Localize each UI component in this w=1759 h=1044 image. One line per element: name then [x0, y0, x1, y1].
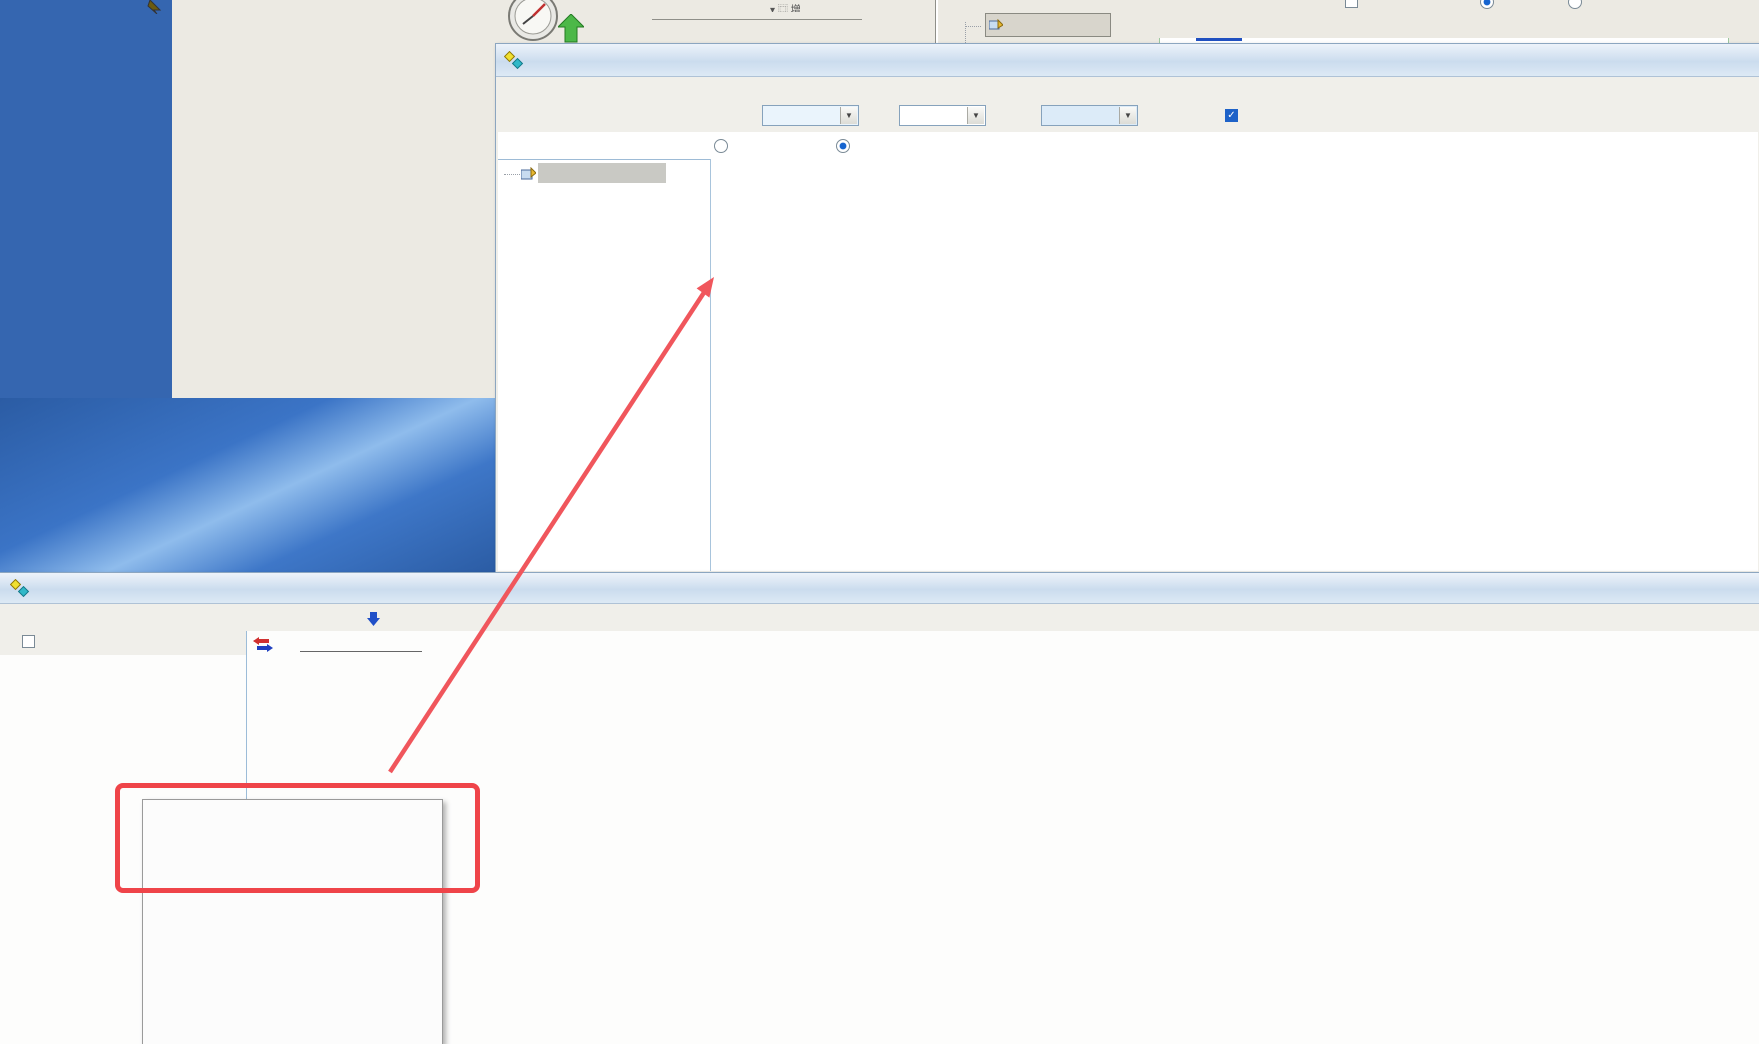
radio-off-icon: [714, 139, 728, 153]
launcher-panel: [172, 0, 497, 398]
role-panel-separator: [498, 159, 710, 160]
tree-table-divider[interactable]: [710, 159, 711, 571]
panel-top-line: [652, 19, 862, 20]
base-filter-select[interactable]: ▼: [1041, 105, 1138, 126]
role-node-icon: [521, 167, 536, 180]
green-arrow-icon: [558, 14, 584, 43]
sort-indicator-bar: [1196, 38, 1242, 41]
include-sub-checkbox[interactable]: [22, 635, 35, 650]
sidebar-menu: [0, 0, 173, 398]
dropdown-arrow-icon[interactable]: ▼: [840, 107, 857, 124]
window-diamonds-icon: [504, 51, 526, 71]
function-down-arrow-icon: [367, 612, 380, 626]
gauge-icon: [505, 0, 561, 43]
tree-connector: [504, 174, 520, 175]
only-authorized-checkbox[interactable]: [1345, 0, 1358, 10]
radio-on-icon: [1480, 0, 1494, 9]
hr-filter-select[interactable]: ▼: [762, 105, 859, 126]
dropdown-arrow-icon[interactable]: ▼: [967, 107, 984, 124]
background-window-strip: ▾ ⿴ 増: [497, 0, 1759, 43]
checkbox-icon: [22, 635, 35, 648]
table-panel: [247, 631, 1759, 1044]
only-permitted-radio[interactable]: [714, 139, 728, 154]
sub-list-radio[interactable]: [1568, 0, 1582, 10]
toolbar-fragment: ▾ ⿴ 増: [770, 1, 840, 12]
tree-connector: [965, 26, 981, 27]
swap-columns-icon[interactable]: [253, 637, 273, 652]
window-divider-line: [935, 0, 938, 43]
list-style-checkbox[interactable]: ✓: [1225, 105, 1238, 122]
show-all-radio[interactable]: [836, 139, 850, 154]
desktop-wallpaper: [0, 398, 497, 572]
checkbox-icon: [1345, 0, 1358, 8]
product-window-titlebar[interactable]: [0, 573, 1759, 604]
screen: ▾ ⿴ 増: [0, 0, 1759, 1044]
window-diamonds-icon: [10, 579, 32, 599]
role-management-window: ▼ ▼ ▼ ✓: [495, 43, 1759, 574]
biz-filter-select[interactable]: ▼: [899, 105, 986, 126]
dropdown-arrow-icon[interactable]: ▼: [1119, 107, 1136, 124]
radio-off-icon: [1568, 0, 1582, 9]
admin-tree-node[interactable]: [985, 13, 1111, 37]
checkbox-checked-icon: ✓: [1225, 109, 1238, 122]
role-list-radio[interactable]: [1480, 0, 1494, 10]
quick-filter-input[interactable]: [300, 635, 422, 652]
user-node-icon: [989, 19, 1003, 31]
tree-context-menu: [142, 799, 443, 1044]
role-window-titlebar[interactable]: [496, 44, 1759, 77]
role-content-bg: [498, 132, 1758, 571]
radio-on-icon: [836, 139, 850, 153]
role-tree-item[interactable]: [538, 163, 666, 183]
